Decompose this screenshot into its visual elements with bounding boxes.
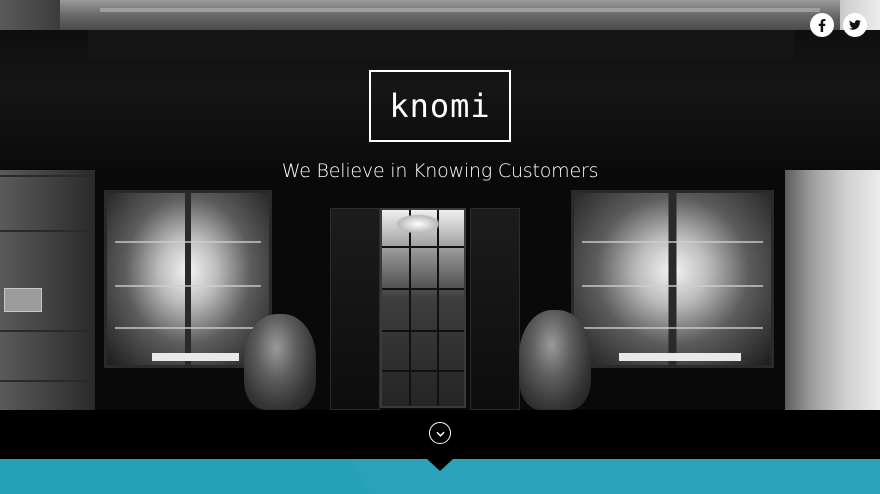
- left-shrub: [244, 314, 316, 410]
- brand-logo[interactable]: knomi: [369, 70, 511, 142]
- twitter-icon: [849, 20, 861, 30]
- right-shrub: [519, 310, 591, 410]
- right-display-window: [571, 190, 774, 368]
- storefront-background-image: [0, 0, 880, 410]
- scroll-down-button[interactable]: [429, 422, 451, 444]
- hero-section: knomi We Believe in Knowing Customers: [0, 0, 880, 494]
- cornice: [60, 0, 840, 30]
- chandelier: [395, 214, 441, 234]
- chevron-down-icon: [435, 424, 445, 442]
- facebook-icon: [818, 18, 826, 32]
- hero-tagline: We Believe in Knowing Customers: [281, 160, 599, 182]
- twitter-link[interactable]: [843, 13, 867, 37]
- logo-text: knomi: [389, 87, 491, 125]
- facebook-link[interactable]: [810, 13, 834, 37]
- address-plaque: [4, 288, 42, 312]
- left-side-door: [330, 208, 380, 410]
- entrance-door: [380, 208, 466, 408]
- section-pointer: [427, 459, 453, 471]
- right-side-door: [470, 208, 520, 410]
